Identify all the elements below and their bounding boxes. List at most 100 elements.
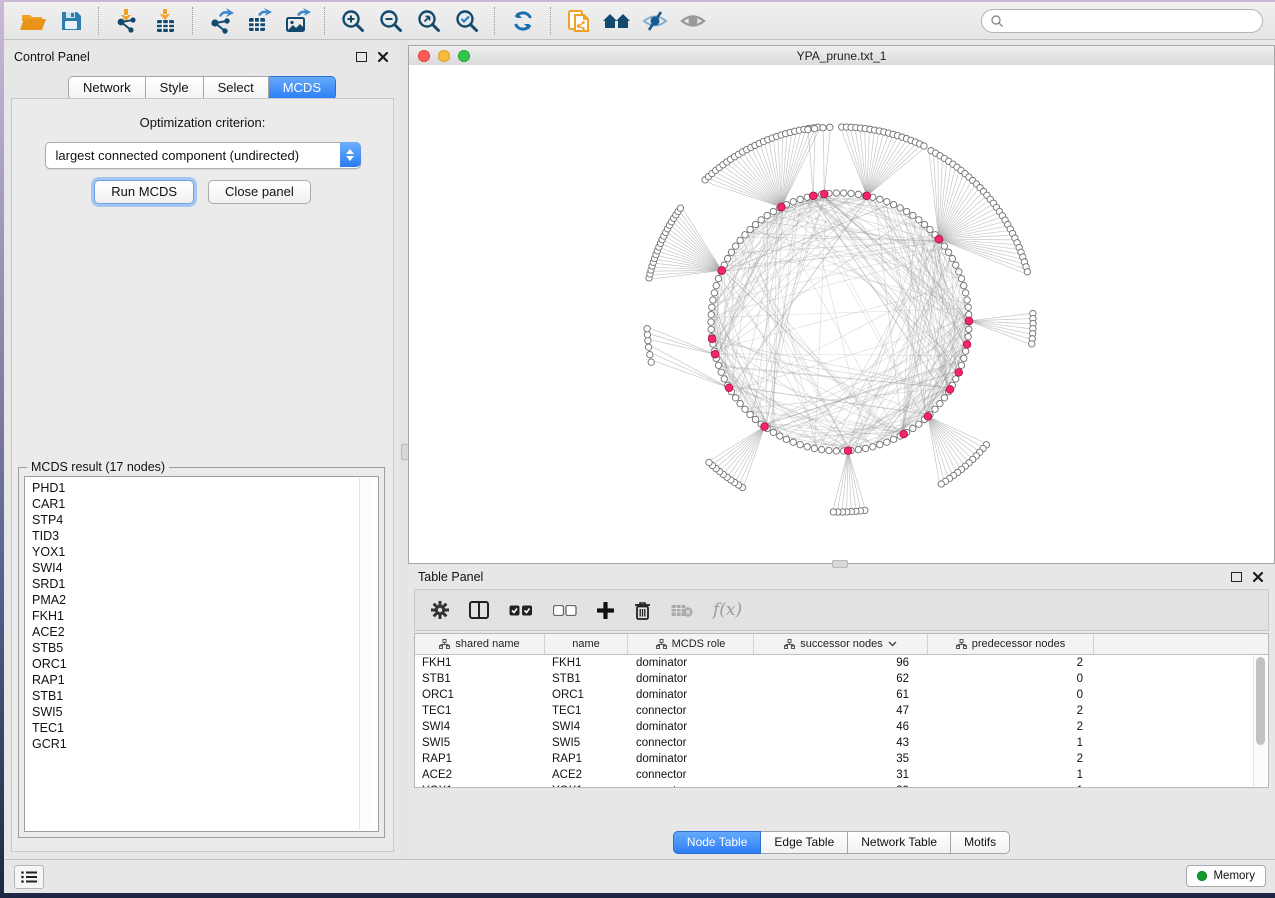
horizontal-splitter-handle[interactable] [832,560,848,568]
import-network-button[interactable] [108,5,146,37]
mcds-result-item[interactable]: STP4 [32,512,378,528]
run-mcds-button[interactable]: Run MCDS [94,180,194,204]
close-panel-icon[interactable] [378,52,388,62]
table-cell: 0 [928,673,1094,685]
table-row[interactable]: YOX1YOX1connector291 [415,783,1268,788]
column-header-MCDS-role[interactable]: MCDS role [628,634,754,654]
create-column-button[interactable] [597,602,614,619]
mcds-result-item[interactable]: SRD1 [32,576,378,592]
mcds-result-item[interactable]: SWI4 [32,560,378,576]
network-canvas[interactable] [408,65,1275,564]
zoom-out-icon [378,8,404,34]
refresh-button[interactable] [504,5,542,37]
function-builder-button-disabled: f(x) [713,600,742,620]
table-cell: 61 [754,689,928,701]
fan-nodes[interactable] [644,124,1036,515]
task-history-button[interactable] [14,865,44,889]
table-cell: ACE2 [415,769,545,781]
toolbar-separator [98,7,100,35]
save-button[interactable] [52,5,90,37]
tab-motifs[interactable]: Motifs [951,831,1010,854]
table-cell: dominator [628,657,754,669]
show-column-panel-button[interactable] [469,601,489,619]
table-row[interactable]: ORC1ORC1dominator610 [415,687,1268,703]
first-neighbors-icon [602,9,632,33]
mcds-result-item[interactable]: STB5 [32,640,378,656]
vertical-splitter[interactable] [400,40,408,860]
tab-network[interactable]: Network [68,76,146,100]
mcds-result-item[interactable]: RAP1 [32,672,378,688]
mcds-result-item[interactable]: ACE2 [32,624,378,640]
open-file-button[interactable] [14,5,52,37]
tab-edge-table[interactable]: Edge Table [761,831,848,854]
mcds-list-scrollbar[interactable] [359,478,373,830]
clone-network-button[interactable] [560,5,598,37]
zoom-out-button[interactable] [372,5,410,37]
mcds-result-item[interactable]: YOX1 [32,544,378,560]
export-table-button[interactable] [240,5,278,37]
import-table-button[interactable] [146,5,184,37]
column-header-predecessor-nodes[interactable]: predecessor nodes [928,634,1094,654]
float-table-panel-icon[interactable] [1231,572,1242,582]
unselect-all-columns-button[interactable] [553,605,577,616]
tab-select[interactable]: Select [204,76,269,100]
select-all-columns-button[interactable] [509,605,533,616]
mcds-result-item[interactable]: CAR1 [32,496,378,512]
zoom-fit-button[interactable] [410,5,448,37]
zoom-in-button[interactable] [334,5,372,37]
table-cell: SWI4 [545,721,628,733]
export-image-button[interactable] [278,5,316,37]
zoom-in-icon [340,8,366,34]
table-settings-button[interactable] [431,601,449,619]
table-cell: connector [628,785,754,788]
network-graph[interactable] [409,65,1274,563]
hide-selected-eye-icon [640,9,670,33]
table-cell: dominator [628,753,754,765]
float-panel-icon[interactable] [356,52,367,62]
clone-network-icon [566,7,592,35]
mcds-result-item[interactable]: ORC1 [32,656,378,672]
delete-column-button[interactable] [634,601,651,620]
memory-button[interactable]: Memory [1186,865,1266,887]
mcds-result-item[interactable]: TID3 [32,528,378,544]
table-row[interactable]: TEC1TEC1connector472 [415,703,1268,719]
search-input[interactable] [981,9,1263,33]
table-scrollbar-thumb[interactable] [1256,657,1265,745]
table-row[interactable]: ACE2ACE2connector311 [415,767,1268,783]
close-table-panel-icon[interactable] [1253,572,1263,582]
tab-mcds[interactable]: MCDS [269,76,336,100]
zoom-selected-button[interactable] [448,5,486,37]
table-row[interactable]: RAP1RAP1dominator352 [415,751,1268,767]
show-all-eye-icon [678,9,708,33]
show-all-button[interactable] [674,5,712,37]
network-window-titlebar[interactable]: YPA_prune.txt_1 [408,45,1275,67]
table-cell: 62 [754,673,928,685]
table-row[interactable]: STB1STB1dominator620 [415,671,1268,687]
mcds-result-item[interactable]: GCR1 [32,736,378,752]
tab-node-table[interactable]: Node Table [673,831,762,854]
mcds-result-item[interactable]: PHD1 [32,480,378,496]
column-header-name[interactable]: name [545,634,628,654]
mcds-result-item[interactable]: FKH1 [32,608,378,624]
table-row[interactable]: SWI4SWI4dominator462 [415,719,1268,735]
mcds-result-item[interactable]: STB1 [32,688,378,704]
first-neighbors-button[interactable] [598,5,636,37]
table-scrollbar[interactable] [1253,655,1267,786]
export-network-button[interactable] [202,5,240,37]
mcds-result-item[interactable]: TEC1 [32,720,378,736]
mcds-result-list[interactable]: PHD1CAR1STP4TID3YOX1SWI4SRD1PMA2FKH1ACE2… [24,476,379,832]
criterion-dropdown[interactable]: largest connected component (undirected) [45,142,361,169]
tab-network-table[interactable]: Network Table [848,831,951,854]
mcds-result-item[interactable]: SWI5 [32,704,378,720]
toolbar-separator [324,7,326,35]
mcds-result-item[interactable]: PMA2 [32,592,378,608]
memory-status-icon [1197,871,1207,881]
column-header-successor-nodes[interactable]: successor nodes [754,634,928,654]
table-row[interactable]: FKH1FKH1dominator962 [415,655,1268,671]
table-row[interactable]: SWI5SWI5connector431 [415,735,1268,751]
column-header-shared-name[interactable]: shared name [415,634,545,654]
tab-style[interactable]: Style [146,76,204,100]
checked-boxes-icon [509,605,533,616]
hide-selected-button[interactable] [636,5,674,37]
close-panel-button[interactable]: Close panel [208,180,311,204]
